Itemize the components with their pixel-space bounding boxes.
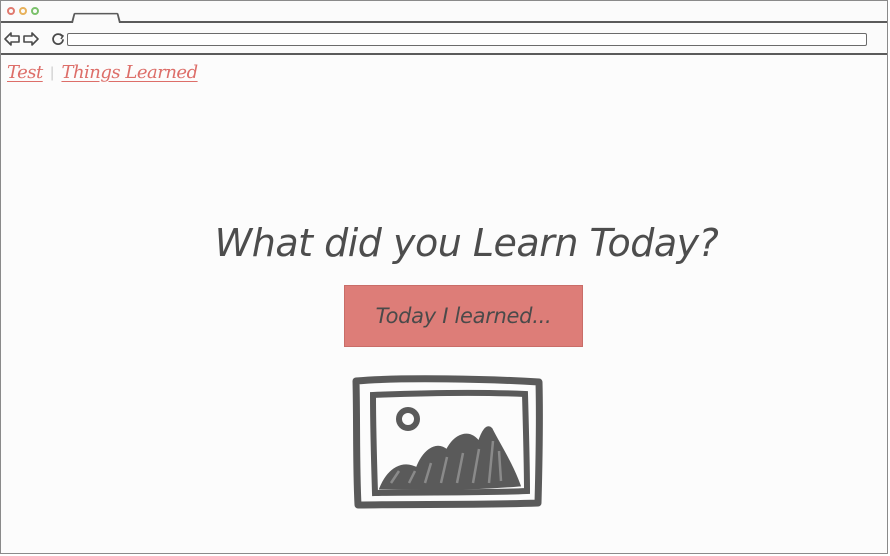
browser-toolbar [1, 23, 887, 55]
browser-window: Test | Things Learned What did you Learn… [0, 0, 888, 554]
breadcrumb-item-things-learned[interactable]: Things Learned [61, 62, 198, 83]
close-window-icon[interactable] [7, 7, 15, 15]
back-arrow-icon[interactable] [4, 32, 20, 46]
window-controls [7, 7, 39, 15]
breadcrumb-item-test[interactable]: Test [7, 62, 43, 83]
browser-tab[interactable] [71, 12, 121, 23]
image-icon [352, 375, 543, 509]
address-bar[interactable] [67, 33, 867, 46]
minimize-window-icon[interactable] [19, 7, 27, 15]
page-heading: What did you Learn Today? [214, 221, 719, 265]
today-i-learned-button[interactable]: Today I learned... [344, 285, 583, 347]
reload-icon[interactable] [51, 32, 65, 46]
maximize-window-icon[interactable] [31, 7, 39, 15]
breadcrumb: Test | Things Learned [7, 62, 198, 83]
tab-strip [1, 1, 887, 23]
breadcrumb-separator: | [49, 65, 55, 81]
forward-arrow-icon[interactable] [23, 32, 39, 46]
